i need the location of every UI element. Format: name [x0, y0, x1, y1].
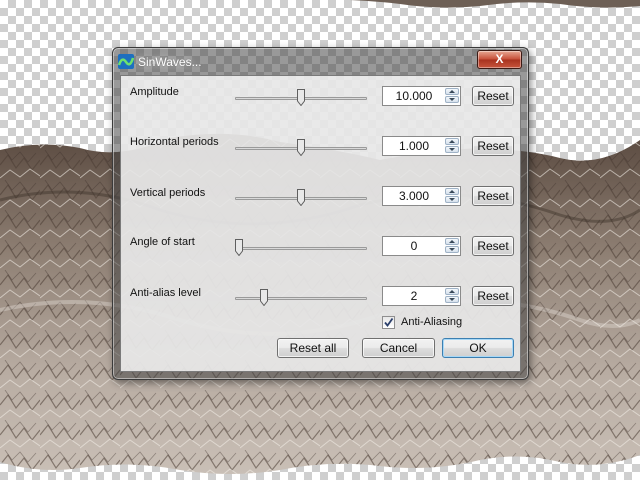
angle-of-start-slider[interactable]: [235, 238, 367, 258]
checkmark-icon: [384, 317, 394, 327]
slider-thumb[interactable]: [260, 289, 268, 306]
angle-of-start-spinner: [445, 238, 459, 254]
slider-thumb[interactable]: [297, 139, 305, 156]
spin-down-arrow-icon[interactable]: [445, 196, 459, 203]
amplitude-slider[interactable]: [235, 88, 367, 108]
amplitude-input[interactable]: 10.000: [382, 86, 461, 106]
anti-alias-level-input[interactable]: 2: [382, 286, 461, 306]
spin-up-arrow-icon[interactable]: [445, 188, 459, 195]
window-title: SinWaves...: [138, 55, 202, 69]
spin-up-arrow-icon[interactable]: [445, 288, 459, 295]
reset-all-button[interactable]: Reset all: [277, 338, 349, 358]
horizontal-periods-slider[interactable]: [235, 138, 367, 158]
vertical-periods-input[interactable]: 3.000: [382, 186, 461, 206]
vertical-periods-slider[interactable]: [235, 188, 367, 208]
ok-button[interactable]: OK: [442, 338, 514, 358]
vertical-periods-spinner: [445, 188, 459, 204]
angle-of-start-value[interactable]: 0: [383, 237, 445, 255]
vertical-periods-reset-button[interactable]: Reset: [472, 186, 514, 206]
amplitude-spinner: [445, 88, 459, 104]
slider-thumb[interactable]: [297, 189, 305, 206]
anti-aliasing-label: Anti-Aliasing: [401, 316, 463, 328]
sinwaves-app-icon: [118, 54, 134, 69]
anti-aliasing-checkbox[interactable]: [382, 316, 395, 329]
slider-thumb[interactable]: [235, 239, 243, 256]
anti-alias-level-slider[interactable]: [235, 288, 367, 308]
angle-of-start-label: Angle of start: [130, 236, 195, 248]
horizontal-periods-spinner: [445, 138, 459, 154]
cancel-button[interactable]: Cancel: [362, 338, 435, 358]
anti-alias-level-reset-button[interactable]: Reset: [472, 286, 514, 306]
vertical-periods-label: Vertical periods: [130, 187, 206, 199]
anti-alias-level-value[interactable]: 2: [383, 287, 445, 305]
anti-alias-level-label: Anti-alias level: [130, 287, 201, 299]
spin-up-arrow-icon[interactable]: [445, 138, 459, 145]
amplitude-reset-button[interactable]: Reset: [472, 86, 514, 106]
amplitude-label: Amplitude: [130, 86, 179, 98]
slider-track: [235, 297, 367, 300]
amplitude-value[interactable]: 10.000: [383, 87, 445, 105]
horizontal-periods-input[interactable]: 1.000: [382, 136, 461, 156]
spin-down-arrow-icon[interactable]: [445, 146, 459, 153]
vertical-periods-value[interactable]: 3.000: [383, 187, 445, 205]
spin-down-arrow-icon[interactable]: [445, 96, 459, 103]
slider-track: [235, 247, 367, 250]
anti-alias-level-spinner: [445, 288, 459, 304]
horizontal-periods-label: Horizontal periods: [130, 136, 219, 148]
spin-up-arrow-icon[interactable]: [445, 238, 459, 245]
spin-up-arrow-icon[interactable]: [445, 88, 459, 95]
spin-down-arrow-icon[interactable]: [445, 296, 459, 303]
dialog-client-area: Amplitude 10.000 Reset Horizontal period…: [120, 75, 521, 372]
angle-of-start-input[interactable]: 0: [382, 236, 461, 256]
angle-of-start-reset-button[interactable]: Reset: [472, 236, 514, 256]
sinwaves-dialog: SinWaves... X Amplitude 10.000 Reset Hor…: [112, 47, 529, 380]
title-bar[interactable]: SinWaves... X: [113, 48, 528, 75]
horizontal-periods-reset-button[interactable]: Reset: [472, 136, 514, 156]
close-button[interactable]: X: [477, 50, 522, 69]
horizontal-periods-value[interactable]: 1.000: [383, 137, 445, 155]
spin-down-arrow-icon[interactable]: [445, 246, 459, 253]
slider-thumb[interactable]: [297, 89, 305, 106]
